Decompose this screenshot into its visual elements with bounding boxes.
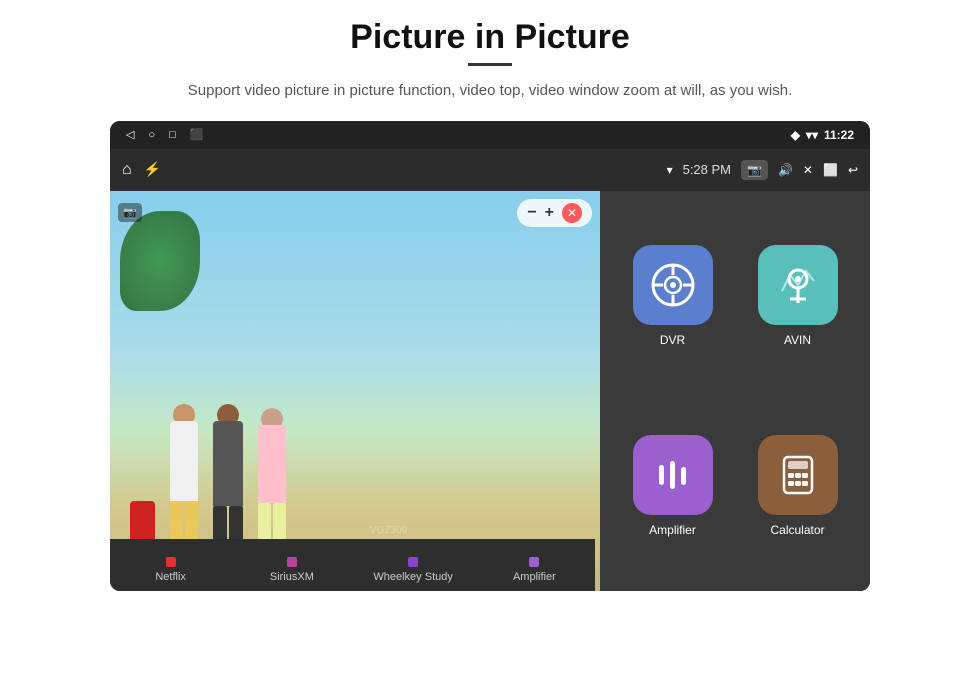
wheelkey-indicator [408,557,418,567]
calculator-icon-svg [774,451,822,499]
bottom-app-bar: Netflix SiriusXM Wheelkey Study Amplifie… [110,539,595,591]
home-icon[interactable]: ⌂ [122,161,132,179]
avin-icon [758,245,838,325]
apps-grid: DVR AVIN [600,191,870,591]
amplifier-bottom-indicator [529,557,539,567]
bottom-app-netflix[interactable]: Netflix [110,539,231,591]
pip-icon[interactable]: ⬜ [823,163,838,177]
app-bar-left: ⌂ ⚡ [122,161,161,179]
avin-icon-svg [774,261,822,309]
location-icon: ◆ [791,128,800,142]
page-container: Picture in Picture Support video picture… [0,0,980,698]
status-bar-indicators: ◆ ▾▾ 11:22 [791,128,854,142]
siriusxm-indicator [287,557,297,567]
pip-video: 📷 − + ✕ ⏮ ⏵ ⏭ [110,191,600,591]
page-subtitle: Support video picture in picture functio… [188,80,792,103]
calculator-icon [758,435,838,515]
dvr-icon [633,245,713,325]
app-item-avin[interactable]: AVIN [735,201,860,391]
pip-controls: 📷 − + ✕ [118,199,592,227]
calculator-label: Calculator [770,523,824,537]
status-bar: ◁ ○ □ ⬛ ◆ ▾▾ 11:22 [110,121,870,149]
screenshot-icon[interactable]: ⬛ [190,128,204,141]
netflix-label: Netflix [155,571,186,583]
app-bar-time: 5:28 PM [683,162,731,177]
back-nav-icon[interactable]: ◁ [126,128,134,141]
back-icon[interactable]: ↩ [848,163,858,177]
siriusxm-label: SiriusXM [270,571,314,583]
home-nav-icon[interactable]: ○ [148,129,155,141]
amplifier-icon-svg [649,451,697,499]
pip-minus-button[interactable]: − [527,204,536,222]
wifi-status-icon: ▾ [667,163,673,177]
app-bar-right: ▾ 5:28 PM 📷 🔊 ✕ ⬜ ↩ [667,160,858,180]
close-icon[interactable]: ✕ [803,163,813,177]
title-divider [468,63,512,66]
dvr-icon-svg [649,261,697,309]
amplifier-icon [633,435,713,515]
status-bar-nav: ◁ ○ □ ⬛ [126,128,203,141]
amplifier-bottom-label: Amplifier [513,571,556,583]
bottom-app-amplifier[interactable]: Amplifier [474,539,595,591]
pip-camera-indicator: 📷 [118,203,142,222]
pip-close-button[interactable]: ✕ [562,203,582,223]
pip-resize-controls: − + ✕ [517,199,592,227]
main-content: 📷 − + ✕ ⏮ ⏵ ⏭ [110,191,870,591]
pip-plus-button[interactable]: + [545,204,554,222]
netflix-indicator [166,557,176,567]
recent-nav-icon[interactable]: □ [169,129,176,141]
app-item-calculator[interactable]: Calculator [735,391,860,581]
usb-icon: ⚡ [144,161,161,178]
avin-label: AVIN [784,333,811,347]
app-item-dvr[interactable]: DVR [610,201,735,391]
status-time: 11:22 [824,128,854,142]
wheelkey-label: Wheelkey Study [373,571,452,583]
pip-window: 📷 − + ✕ ⏮ ⏵ ⏭ [110,191,600,591]
app-bar: ⌂ ⚡ ▾ 5:28 PM 📷 🔊 ✕ ⬜ ↩ [110,149,870,191]
watermark: VGZ309 [370,525,407,536]
volume-icon[interactable]: 🔊 [778,163,793,177]
bottom-app-wheelkey[interactable]: Wheelkey Study [353,539,474,591]
camera-button[interactable]: 📷 [741,160,768,180]
amplifier-label: Amplifier [649,523,696,537]
wifi-icon: ▾▾ [806,128,818,142]
device-frame: ◁ ○ □ ⬛ ◆ ▾▾ 11:22 ⌂ ⚡ ▾ 5:28 PM 📷 🔊 [110,121,870,591]
app-item-amplifier[interactable]: Amplifier [610,391,735,581]
page-title: Picture in Picture [350,18,630,57]
bottom-app-siriusxm[interactable]: SiriusXM [231,539,352,591]
dvr-label: DVR [660,333,685,347]
